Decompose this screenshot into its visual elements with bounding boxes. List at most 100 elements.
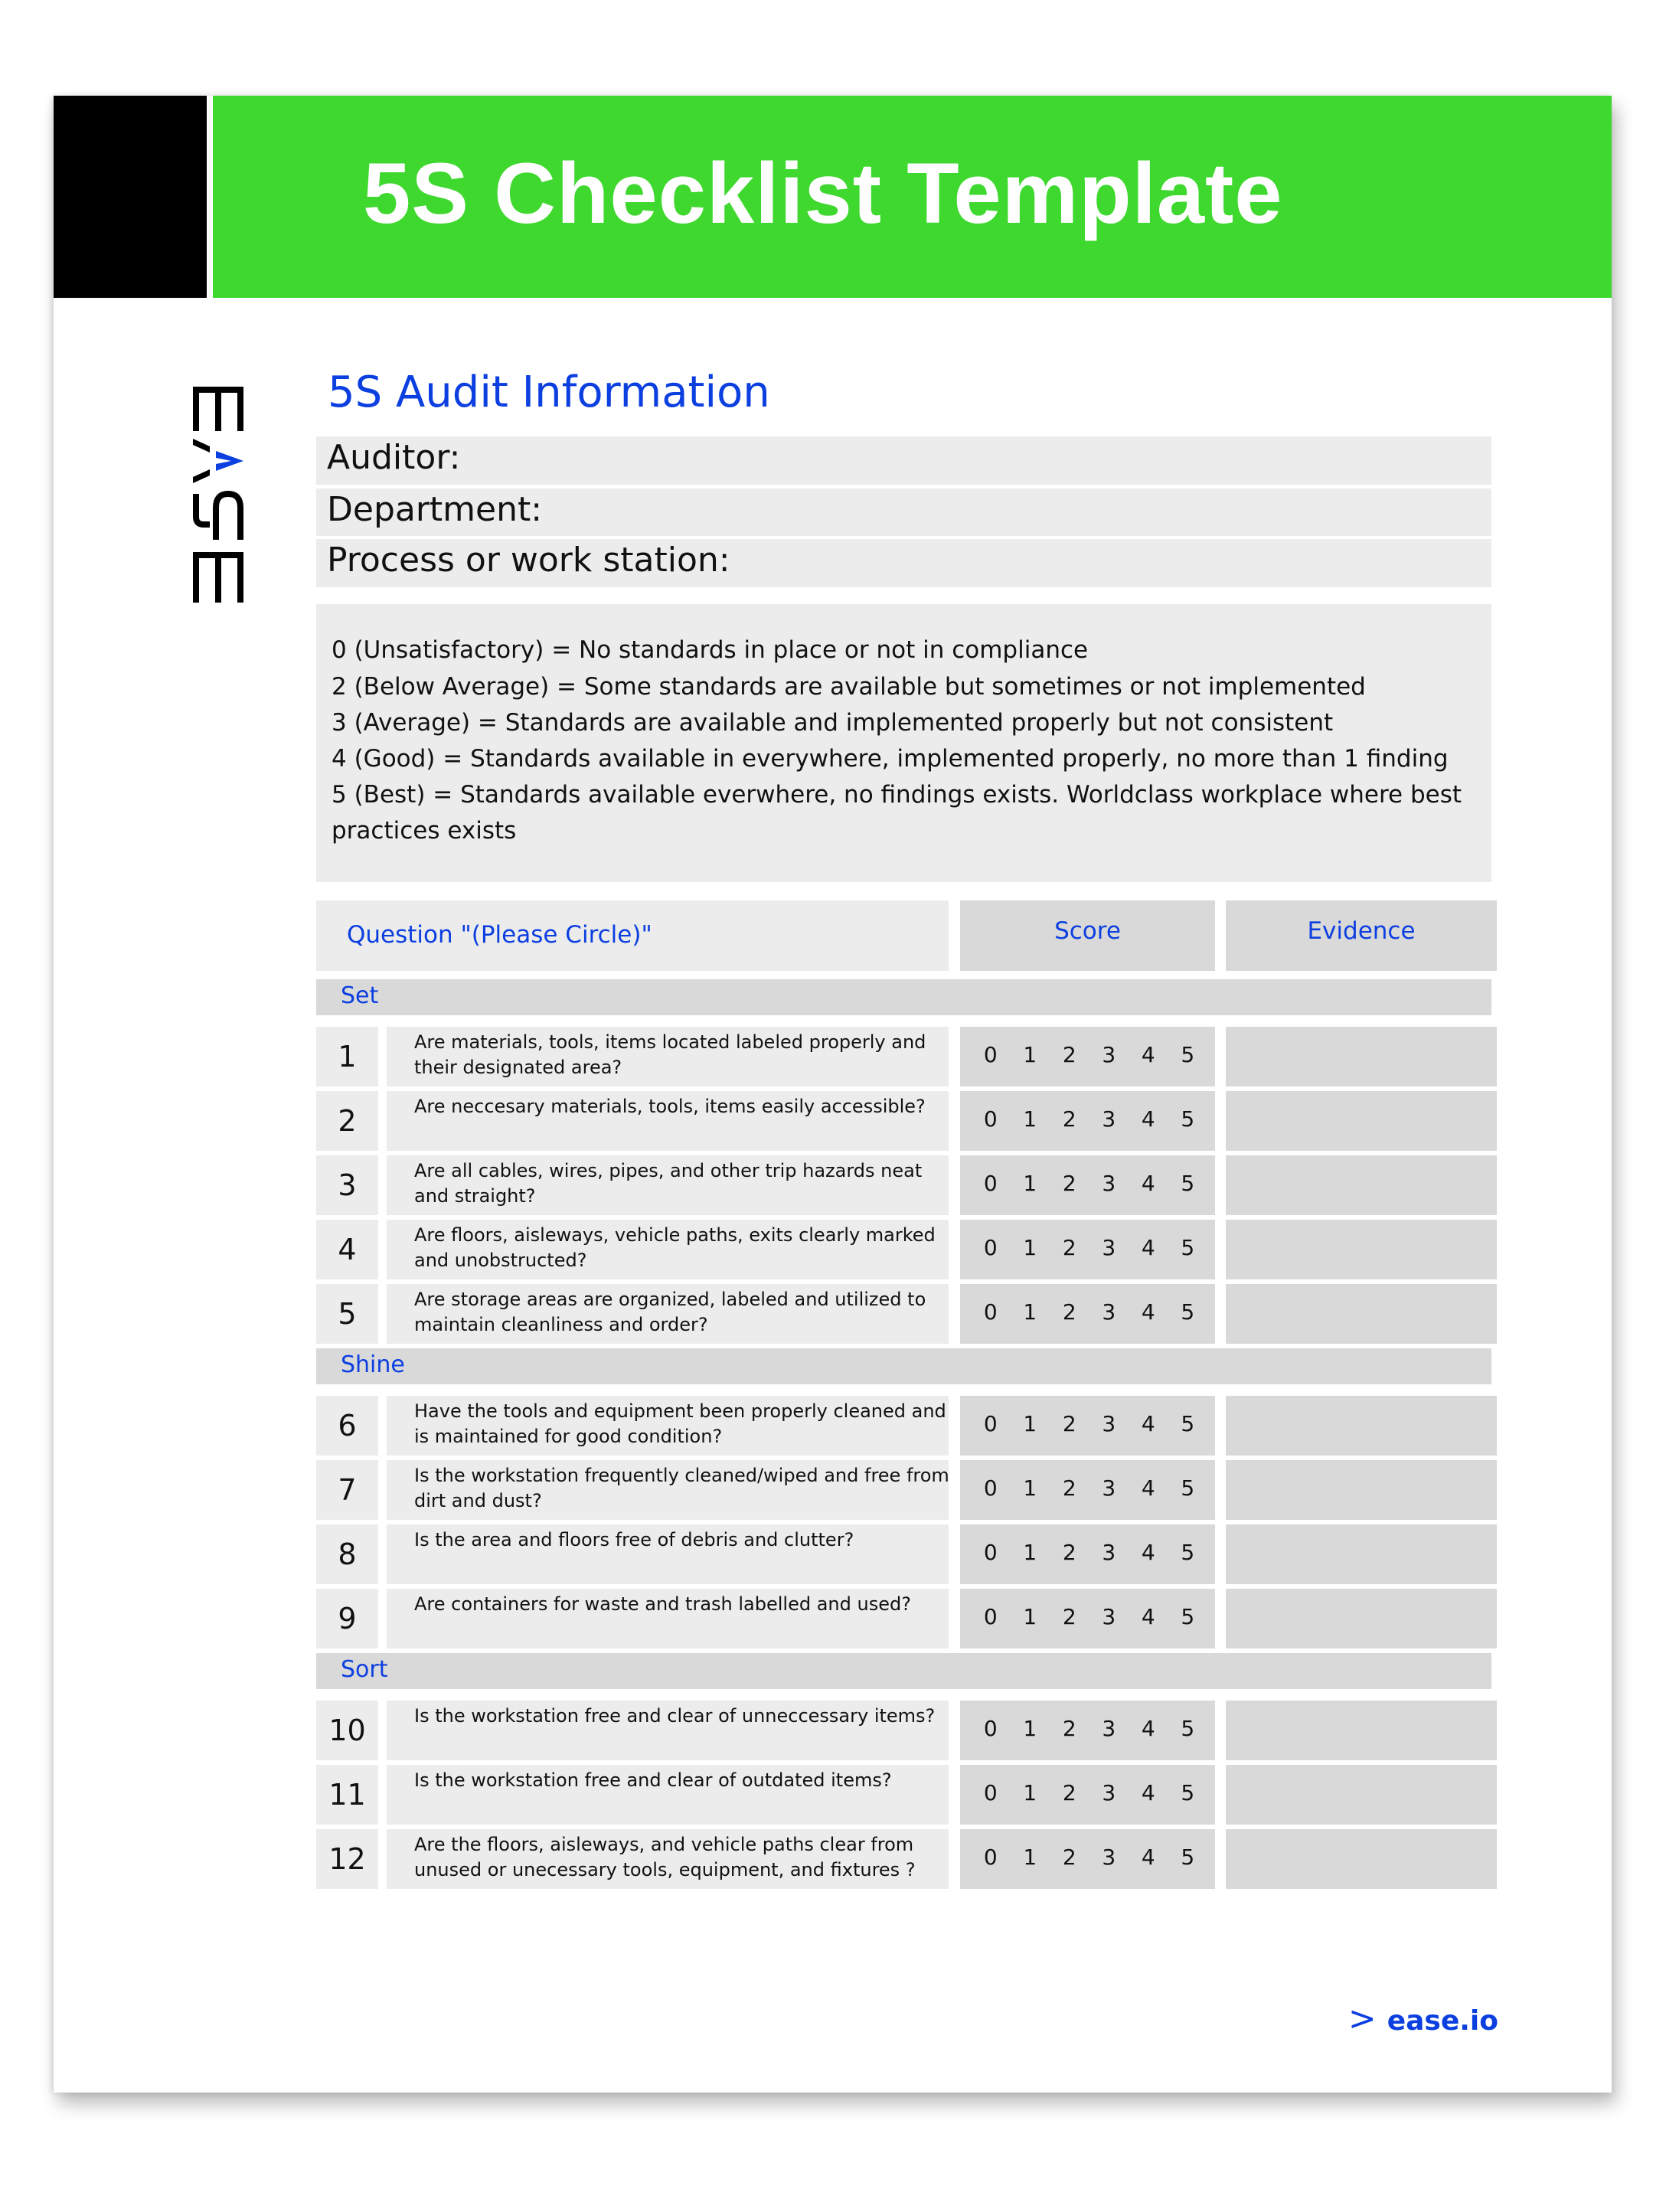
score-option-3[interactable]: 3 — [1089, 1540, 1129, 1565]
score-option-1[interactable]: 1 — [1011, 1106, 1050, 1132]
page-title: 5S Checklist Template — [363, 145, 1283, 241]
evidence-field[interactable] — [1226, 1765, 1497, 1825]
row-number: 2 — [338, 1104, 357, 1138]
score-option-4[interactable]: 4 — [1129, 1780, 1168, 1805]
score-option-1[interactable]: 1 — [1011, 1540, 1050, 1565]
score-option-5[interactable]: 5 — [1168, 1171, 1208, 1196]
score-option-3[interactable]: 3 — [1089, 1299, 1129, 1325]
score-option-0[interactable]: 0 — [971, 1844, 1011, 1870]
score-option-4[interactable]: 4 — [1129, 1540, 1168, 1565]
score-option-1[interactable]: 1 — [1011, 1716, 1050, 1741]
score-option-3[interactable]: 3 — [1089, 1171, 1129, 1196]
score-option-0[interactable]: 0 — [971, 1604, 1011, 1629]
score-option-1[interactable]: 1 — [1011, 1042, 1050, 1067]
score-option-1[interactable]: 1 — [1011, 1299, 1050, 1325]
score-option-0[interactable]: 0 — [971, 1042, 1011, 1067]
score-option-5[interactable]: 5 — [1168, 1411, 1208, 1436]
process-field[interactable]: Process or work station: — [316, 539, 1491, 587]
score-option-4[interactable]: 4 — [1129, 1235, 1168, 1260]
score-option-5[interactable]: 5 — [1168, 1540, 1208, 1565]
score-option-2[interactable]: 2 — [1050, 1844, 1089, 1870]
evidence-field[interactable] — [1226, 1589, 1497, 1648]
score-option-1[interactable]: 1 — [1011, 1171, 1050, 1196]
score-option-2[interactable]: 2 — [1050, 1540, 1089, 1565]
evidence-field[interactable] — [1226, 1396, 1497, 1456]
score-option-5[interactable]: 5 — [1168, 1844, 1208, 1870]
score-option-5[interactable]: 5 — [1168, 1716, 1208, 1741]
score-option-3[interactable]: 3 — [1089, 1475, 1129, 1501]
question-cell: Are neccesary materials, tools, items ea… — [387, 1091, 949, 1151]
score-option-4[interactable]: 4 — [1129, 1042, 1168, 1067]
score-option-2[interactable]: 2 — [1050, 1171, 1089, 1196]
score-option-4[interactable]: 4 — [1129, 1604, 1168, 1629]
score-option-0[interactable]: 0 — [971, 1411, 1011, 1436]
score-option-1[interactable]: 1 — [1011, 1844, 1050, 1870]
score-option-2[interactable]: 2 — [1050, 1780, 1089, 1805]
score-option-1[interactable]: 1 — [1011, 1475, 1050, 1501]
score-option-2[interactable]: 2 — [1050, 1235, 1089, 1260]
score-option-5[interactable]: 5 — [1168, 1475, 1208, 1501]
evidence-field[interactable] — [1226, 1220, 1497, 1279]
score-option-0[interactable]: 0 — [971, 1716, 1011, 1741]
evidence-field[interactable] — [1226, 1155, 1497, 1215]
score-option-1[interactable]: 1 — [1011, 1411, 1050, 1436]
evidence-field[interactable] — [1226, 1460, 1497, 1520]
score-option-2[interactable]: 2 — [1050, 1106, 1089, 1132]
score-option-3[interactable]: 3 — [1089, 1716, 1129, 1741]
score-option-4[interactable]: 4 — [1129, 1411, 1168, 1436]
score-option-1[interactable]: 1 — [1011, 1604, 1050, 1629]
score-option-2[interactable]: 2 — [1050, 1042, 1089, 1067]
score-option-4[interactable]: 4 — [1129, 1716, 1168, 1741]
score-option-1[interactable]: 1 — [1011, 1235, 1050, 1260]
header-question-cell: Question "(Please Circle)" — [316, 900, 949, 971]
row-number: 1 — [338, 1040, 357, 1073]
score-option-0[interactable]: 0 — [971, 1235, 1011, 1260]
department-label: Department: — [327, 490, 543, 529]
score-option-0[interactable]: 0 — [971, 1171, 1011, 1196]
score-option-0[interactable]: 0 — [971, 1540, 1011, 1565]
question-text: Are containers for waste and trash label… — [414, 1593, 911, 1615]
score-option-4[interactable]: 4 — [1129, 1171, 1168, 1196]
score-option-5[interactable]: 5 — [1168, 1299, 1208, 1325]
score-option-3[interactable]: 3 — [1089, 1106, 1129, 1132]
score-option-5[interactable]: 5 — [1168, 1780, 1208, 1805]
score-option-5[interactable]: 5 — [1168, 1235, 1208, 1260]
score-option-4[interactable]: 4 — [1129, 1844, 1168, 1870]
evidence-field[interactable] — [1226, 1524, 1497, 1584]
evidence-field[interactable] — [1226, 1701, 1497, 1760]
evidence-field[interactable] — [1226, 1091, 1497, 1151]
score-cell: 012345 — [960, 1829, 1215, 1889]
score-option-3[interactable]: 3 — [1089, 1780, 1129, 1805]
score-option-0[interactable]: 0 — [971, 1106, 1011, 1132]
score-option-2[interactable]: 2 — [1050, 1475, 1089, 1501]
score-option-4[interactable]: 4 — [1129, 1475, 1168, 1501]
department-field[interactable]: Department: — [316, 488, 1491, 536]
score-option-1[interactable]: 1 — [1011, 1780, 1050, 1805]
header-evidence: Evidence — [1307, 917, 1416, 945]
score-option-0[interactable]: 0 — [971, 1475, 1011, 1501]
score-option-3[interactable]: 3 — [1089, 1604, 1129, 1629]
score-option-3[interactable]: 3 — [1089, 1844, 1129, 1870]
score-option-5[interactable]: 5 — [1168, 1042, 1208, 1067]
section-label: Shine — [341, 1351, 405, 1378]
score-option-3[interactable]: 3 — [1089, 1235, 1129, 1260]
score-option-4[interactable]: 4 — [1129, 1299, 1168, 1325]
score-option-2[interactable]: 2 — [1050, 1716, 1089, 1741]
score-option-0[interactable]: 0 — [971, 1299, 1011, 1325]
evidence-field[interactable] — [1226, 1284, 1497, 1344]
footer-link[interactable]: > ease.io — [1348, 1999, 1498, 2038]
score-option-2[interactable]: 2 — [1050, 1604, 1089, 1629]
score-option-2[interactable]: 2 — [1050, 1411, 1089, 1436]
score-option-3[interactable]: 3 — [1089, 1411, 1129, 1436]
evidence-field[interactable] — [1226, 1829, 1497, 1889]
score-option-5[interactable]: 5 — [1168, 1604, 1208, 1629]
score-option-5[interactable]: 5 — [1168, 1106, 1208, 1132]
auditor-field[interactable]: Auditor: — [316, 436, 1491, 485]
evidence-field[interactable] — [1226, 1027, 1497, 1086]
score-option-3[interactable]: 3 — [1089, 1042, 1129, 1067]
row-number-cell: 6 — [316, 1396, 378, 1456]
score-option-4[interactable]: 4 — [1129, 1106, 1168, 1132]
score-option-2[interactable]: 2 — [1050, 1299, 1089, 1325]
score-option-0[interactable]: 0 — [971, 1780, 1011, 1805]
question-cell: Is the workstation frequently cleaned/wi… — [387, 1460, 949, 1520]
